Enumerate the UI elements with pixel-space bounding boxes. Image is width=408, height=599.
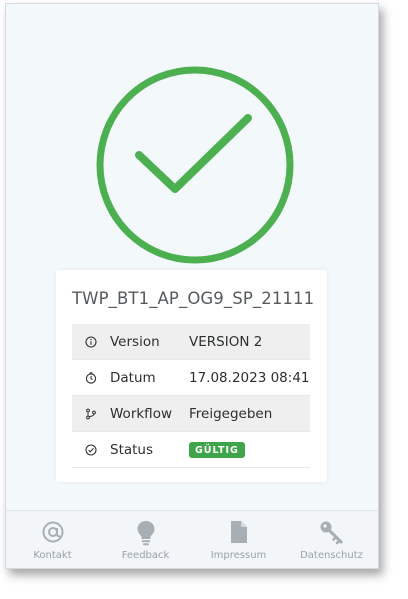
workflow-icon (72, 408, 110, 420)
info-icon (72, 335, 110, 348)
footer-item-imprint[interactable]: Impressum (192, 511, 285, 568)
workflow-value: Freigegeben (189, 405, 273, 422)
footer-label-contact: Kontakt (33, 550, 72, 561)
check-circle-small-icon (72, 443, 110, 456)
status-badge: GÜLTIG (189, 442, 245, 458)
status-value: GÜLTIG (189, 441, 310, 458)
workflow-label: Workflow (110, 405, 172, 422)
footer-label-feedback: Feedback (121, 550, 170, 561)
key-icon (285, 520, 378, 546)
footer-label-privacy: Datenschutz (300, 550, 363, 561)
footer-item-privacy[interactable]: Datenschutz (285, 511, 378, 568)
date-row: Datum 17.08.2023 08:41 (72, 360, 310, 396)
lightbulb-icon (99, 520, 192, 546)
footer-nav: Kontakt Feedback Impressum Datenschutz (6, 510, 378, 568)
document-info-table: Version VERSION 2 Datum 17.08.2023 08:41… (72, 324, 310, 468)
version-label: Version (110, 333, 160, 350)
date-label: Datum (110, 369, 156, 386)
version-row: Version VERSION 2 (72, 324, 310, 360)
footer-item-contact[interactable]: Kontakt (6, 511, 99, 568)
app-screen: TWP_BT1_AP_OG9_SP_21111 Version VERSION … (5, 3, 379, 569)
version-value: VERSION 2 (189, 333, 263, 350)
status-row: Status GÜLTIG (72, 432, 310, 468)
document-icon (192, 520, 285, 546)
footer-label-imprint: Impressum (210, 550, 267, 561)
status-label: Status (110, 441, 154, 458)
document-title: TWP_BT1_AP_OG9_SP_21111 (72, 289, 315, 308)
at-icon (6, 520, 99, 546)
document-card: TWP_BT1_AP_OG9_SP_21111 Version VERSION … (56, 270, 327, 482)
footer-item-feedback[interactable]: Feedback (99, 511, 192, 568)
workflow-row: Workflow Freigegeben (72, 396, 310, 432)
date-value: 17.08.2023 08:41 (189, 369, 310, 386)
check-circle-icon (95, 65, 295, 265)
clock-icon (72, 371, 110, 384)
